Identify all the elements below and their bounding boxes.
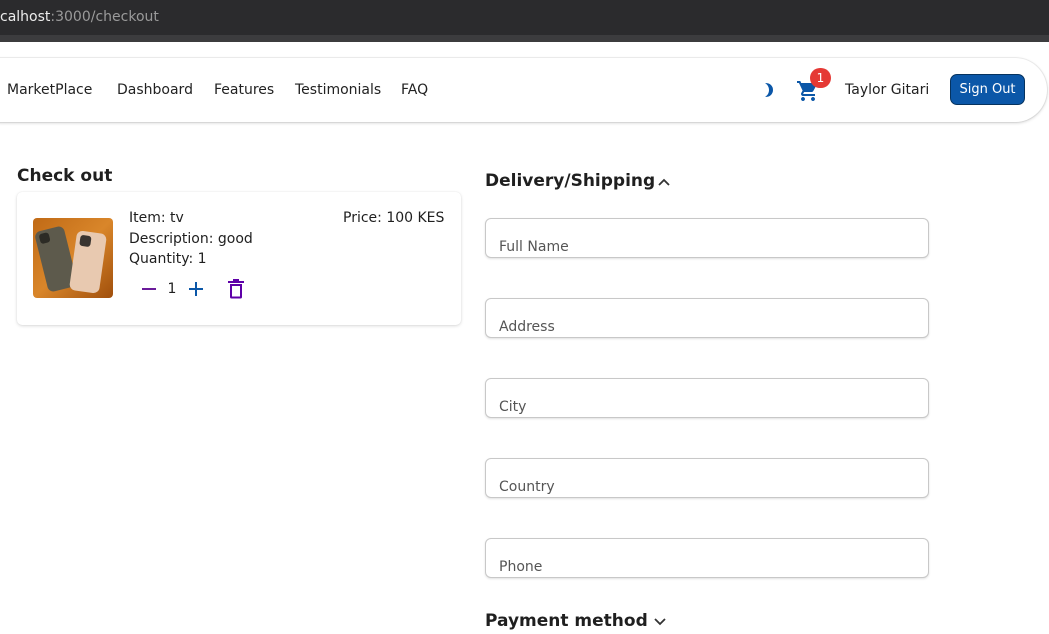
- user-name[interactable]: Taylor Gitari: [845, 82, 929, 98]
- phone-input[interactable]: [486, 539, 928, 577]
- nav-link-faq[interactable]: FAQ: [401, 82, 428, 98]
- browser-address-bar[interactable]: calhost:3000/checkout: [0, 0, 1049, 35]
- item-price: Price: 100 KES: [343, 210, 445, 226]
- item-quantity: Quantity: 1: [129, 251, 207, 267]
- decrease-quantity-icon[interactable]: [140, 280, 158, 298]
- city-field[interactable]: [485, 378, 929, 418]
- country-input[interactable]: [486, 459, 928, 497]
- item-name: Item: tv: [129, 210, 184, 226]
- address-field[interactable]: [485, 298, 929, 338]
- phone-field[interactable]: [485, 538, 929, 578]
- full-name-field[interactable]: [485, 218, 929, 258]
- increase-quantity-icon[interactable]: [187, 280, 205, 298]
- delivery-section-title[interactable]: Delivery/Shipping: [485, 171, 655, 191]
- chevron-down-icon[interactable]: [653, 617, 667, 627]
- url-text[interactable]: calhost:3000/checkout: [0, 9, 159, 25]
- checkout-title: Check out: [17, 166, 113, 186]
- nav-link-features[interactable]: Features: [214, 82, 274, 98]
- phone-product-image: [33, 218, 113, 298]
- quantity-value: 1: [167, 281, 177, 297]
- trash-icon[interactable]: [227, 279, 245, 299]
- nav-link-testimonials[interactable]: Testimonials: [295, 82, 381, 98]
- brand-link[interactable]: MarketPlace: [7, 82, 92, 98]
- country-field[interactable]: [485, 458, 929, 498]
- item-description: Description: good: [129, 231, 253, 247]
- half-moon-icon[interactable]: [760, 81, 778, 99]
- browser-divider: [0, 35, 1049, 42]
- url-path: :3000/checkout: [50, 9, 159, 25]
- chevron-up-icon[interactable]: [657, 177, 671, 187]
- address-input[interactable]: [486, 299, 928, 337]
- nav-link-dashboard[interactable]: Dashboard: [117, 82, 193, 98]
- city-input[interactable]: [486, 379, 928, 417]
- full-name-input[interactable]: [486, 219, 928, 257]
- cart-count-badge: 1: [810, 68, 831, 88]
- sign-out-button[interactable]: Sign Out: [950, 74, 1025, 105]
- payment-section-title[interactable]: Payment method: [485, 611, 648, 631]
- url-host: calhost: [0, 9, 51, 25]
